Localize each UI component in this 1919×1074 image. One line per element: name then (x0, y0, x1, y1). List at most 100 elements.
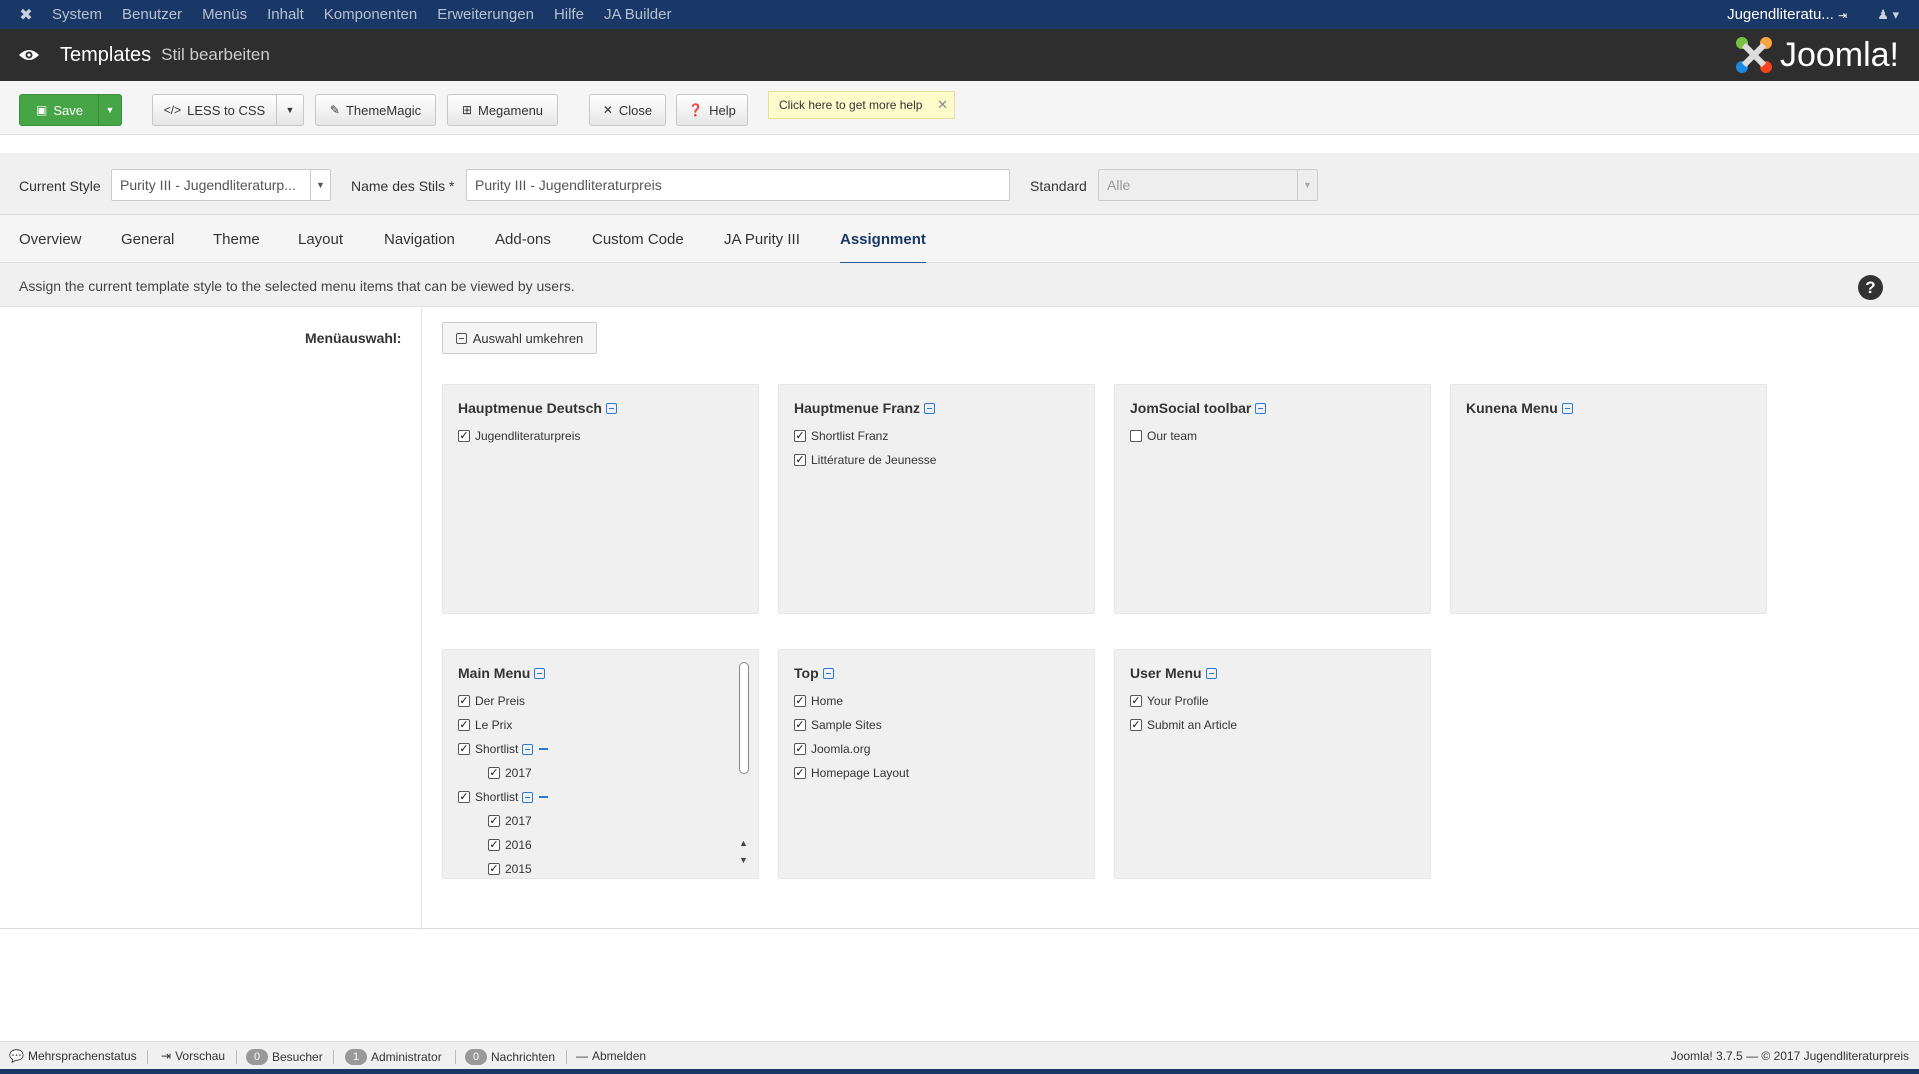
save-dropdown-button[interactable]: ▼ (98, 94, 122, 126)
menu-item[interactable]: ✓ Le Prix (458, 718, 512, 732)
preview-link[interactable]: ⇥ Vorschau (161, 1049, 225, 1063)
collapse-icon[interactable] (534, 668, 546, 679)
collapse-icon[interactable] (924, 403, 936, 414)
megamenu-button[interactable]: ⊞ Megamenu (447, 94, 558, 126)
nav-komponenten[interactable]: Komponenten (324, 6, 417, 23)
checkbox-checked-icon[interactable]: ✓ (1130, 719, 1142, 731)
menu-item[interactable]: ✓ 2016 (488, 838, 532, 852)
tab-layout[interactable]: Layout (298, 231, 343, 248)
checkbox-checked-icon[interactable]: ✓ (488, 767, 500, 779)
menu-item-label: Jugendliteraturpreis (475, 429, 581, 443)
checkbox-checked-icon[interactable]: ✓ (794, 454, 806, 466)
nav-system[interactable]: System (52, 6, 102, 23)
site-link[interactable]: Jugendliteratu... ⇥ (1727, 6, 1847, 23)
collapse-icon[interactable] (522, 743, 534, 755)
less-dropdown-button[interactable]: ▼ (276, 94, 304, 126)
checkbox-checked-icon[interactable]: ✓ (488, 839, 500, 851)
collapse-icon[interactable] (822, 668, 834, 679)
menu-item[interactable]: ✓ 2015 (488, 862, 532, 876)
menu-item[interactable]: ✓ Your Profile (1130, 694, 1209, 708)
checkbox-checked-icon[interactable]: ✓ (488, 815, 500, 827)
save-button[interactable]: ▣ Save (19, 94, 100, 126)
current-style-select[interactable]: Purity III - Jugendliteraturp... ▼ (111, 169, 331, 201)
menu-item[interactable]: ✓ Homepage Layout (794, 766, 909, 780)
nav-ja-builder[interactable]: JA Builder (604, 6, 672, 23)
checkbox-checked-icon[interactable]: ✓ (794, 719, 806, 731)
tab-ja-purity-iii[interactable]: JA Purity III (724, 231, 800, 248)
style-name-label: Name des Stils * (351, 178, 455, 194)
style-name-input[interactable]: Purity III - Jugendliteraturpreis (466, 169, 1010, 201)
joomla-icon[interactable]: ✖ (0, 5, 52, 25)
checkbox-checked-icon[interactable]: ✓ (794, 743, 806, 755)
logout-link[interactable]: — Abmelden (576, 1049, 646, 1063)
checkbox-checked-icon[interactable]: ✓ (458, 430, 470, 442)
multilang-status-link[interactable]: 💬 Mehrsprachenstatus (9, 1049, 137, 1063)
collapse-icon[interactable] (1255, 403, 1267, 414)
assignment-description: Assign the current template style to the… (19, 278, 575, 294)
tab-navigation[interactable]: Navigation (384, 231, 455, 248)
menu-item[interactable]: ✓ Jugendliteraturpreis (458, 429, 580, 443)
help-question-icon[interactable]: ? (1858, 275, 1883, 300)
close-button[interactable]: ✕ Close (589, 94, 666, 126)
tab-overview[interactable]: Overview (19, 231, 82, 248)
nav-menus[interactable]: Menüs (202, 6, 247, 23)
invert-selection-button[interactable]: Auswahl umkehren (442, 322, 597, 354)
checkbox-checked-icon[interactable]: ✓ (458, 791, 470, 803)
tab-assignment[interactable]: Assignment (840, 231, 926, 265)
nav-hilfe[interactable]: Hilfe (554, 6, 584, 23)
nav-erweiterungen[interactable]: Erweiterungen (437, 6, 534, 23)
collapse-icon[interactable] (1561, 403, 1573, 414)
menu-item[interactable]: ✓ Der Preis (458, 694, 525, 708)
checkbox-checked-icon[interactable]: ✓ (794, 430, 806, 442)
tab-custom-code[interactable]: Custom Code (592, 231, 684, 248)
menu-item[interactable]: ✓ Home (794, 694, 843, 708)
visitors-badge: 0 (246, 1049, 268, 1065)
tab-add-ons[interactable]: Add-ons (495, 231, 551, 248)
scrollbar-thumb[interactable] (739, 662, 749, 774)
nav-benutzer[interactable]: Benutzer (122, 6, 182, 23)
collapse-icon[interactable] (605, 403, 617, 414)
tab-general[interactable]: General (121, 231, 174, 248)
current-style-label: Current Style (19, 178, 101, 194)
help-tip[interactable]: Click here to get more help ✕ (768, 91, 955, 119)
menu-item[interactable]: ✓ Littérature de Jeunesse (794, 453, 936, 467)
visitors-status[interactable]: 0 Besucher (246, 1049, 323, 1065)
menu-item[interactable]: Our team (1130, 429, 1197, 443)
collapse-icon[interactable] (1205, 668, 1217, 679)
admin-status[interactable]: 1 Administrator (345, 1049, 442, 1065)
menu-item[interactable]: ✓ 2017 (488, 766, 532, 780)
checkbox-checked-icon[interactable]: ✓ (488, 863, 500, 875)
scroll-down-icon[interactable]: ▼ (739, 855, 748, 865)
collapse-icon[interactable] (522, 791, 534, 803)
menu-item[interactable]: ✓ 2017 (488, 814, 532, 828)
menu-item[interactable]: ✓ Shortlist Franz (794, 429, 888, 443)
checkbox-checked-icon[interactable]: ✓ (458, 719, 470, 731)
menu-item[interactable]: ✓ Shortlist (458, 742, 549, 756)
menu-item[interactable]: ✓ Submit an Article (1130, 718, 1237, 732)
messages-status[interactable]: 0 Nachrichten (465, 1049, 555, 1065)
standard-select[interactable]: Alle ▼ (1098, 169, 1318, 201)
thememagic-button[interactable]: ✎ ThemeMagic (315, 94, 436, 126)
deselect-children-icon[interactable] (539, 748, 549, 750)
checkbox-checked-icon[interactable]: ✓ (794, 767, 806, 779)
menu-item[interactable]: ✓ Sample Sites (794, 718, 882, 732)
checkbox-unchecked-icon[interactable] (1130, 430, 1142, 442)
nav-inhalt[interactable]: Inhalt (267, 6, 304, 23)
joomla-logo: Joomla! (1734, 35, 1899, 75)
checkbox-checked-icon[interactable]: ✓ (794, 695, 806, 707)
checkbox-checked-icon[interactable]: ✓ (458, 743, 470, 755)
deselect-children-icon[interactable] (539, 796, 549, 798)
scrollbar[interactable]: ▲ ▼ (737, 654, 751, 876)
close-tip-icon[interactable]: ✕ (937, 97, 948, 113)
caret-down-icon: ▼ (285, 105, 295, 115)
menu-item[interactable]: ✓ Joomla.org (794, 742, 870, 756)
menu-item[interactable]: ✓ Shortlist (458, 790, 549, 804)
checkbox-checked-icon[interactable]: ✓ (1130, 695, 1142, 707)
user-menu-icon[interactable]: ♟ ▾ (1877, 7, 1899, 23)
menu-item-label: 2016 (505, 838, 532, 852)
less-to-css-button[interactable]: </> LESS to CSS (152, 94, 277, 126)
help-button[interactable]: ❓ Help (676, 94, 748, 126)
checkbox-checked-icon[interactable]: ✓ (458, 695, 470, 707)
scroll-up-icon[interactable]: ▲ (739, 838, 748, 848)
tab-theme[interactable]: Theme (213, 231, 260, 248)
